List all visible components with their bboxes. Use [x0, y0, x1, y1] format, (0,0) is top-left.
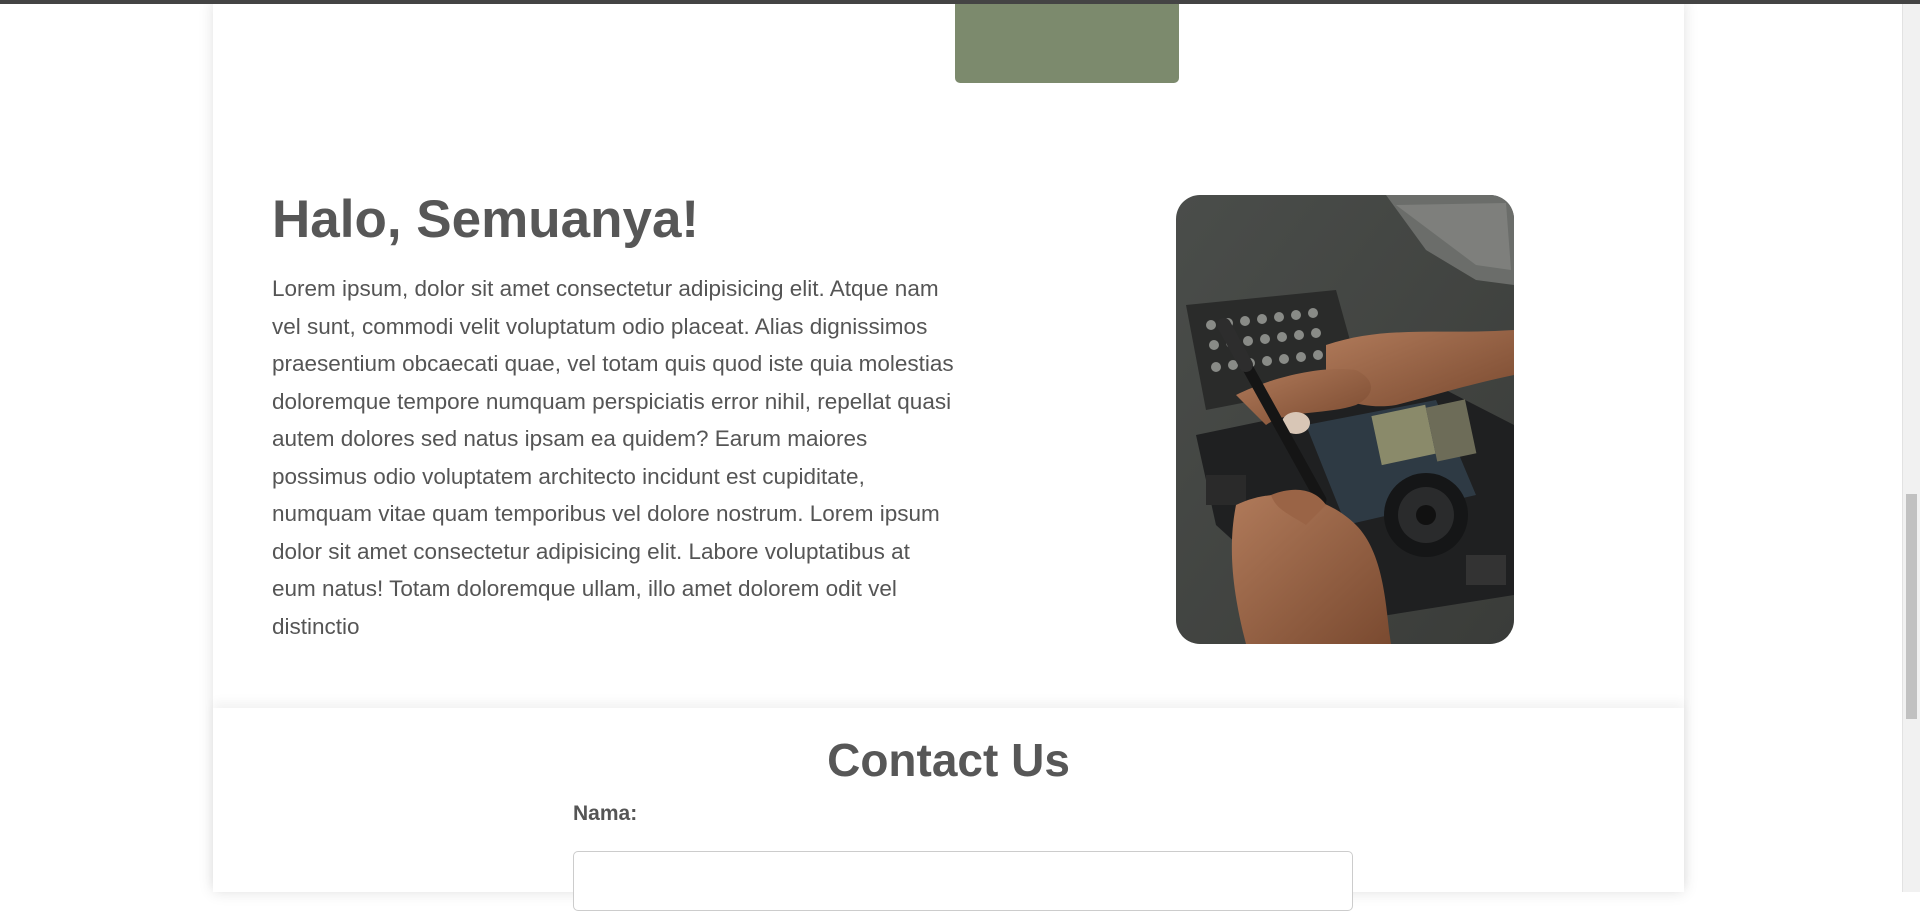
contact-title: Contact Us [827, 734, 1070, 786]
name-label: Nama: [573, 802, 638, 825]
laptop-repair-image [1176, 195, 1514, 644]
name-input[interactable] [573, 851, 1353, 911]
page-container: Halo, Semuanya! Lorem ipsum, dolor sit a… [213, 0, 1684, 911]
window-top-border [0, 0, 1920, 4]
scrollbar-thumb[interactable] [1906, 494, 1917, 719]
about-paragraph: Lorem ipsum, dolor sit amet consectetur … [272, 276, 954, 639]
about-section: Halo, Semuanya! Lorem ipsum, dolor sit a… [213, 0, 1684, 708]
contact-section: Contact Us Nama: [213, 708, 1684, 911]
vertical-scrollbar[interactable] [1902, 0, 1920, 892]
about-title: Halo, Semuanya! [272, 190, 700, 249]
